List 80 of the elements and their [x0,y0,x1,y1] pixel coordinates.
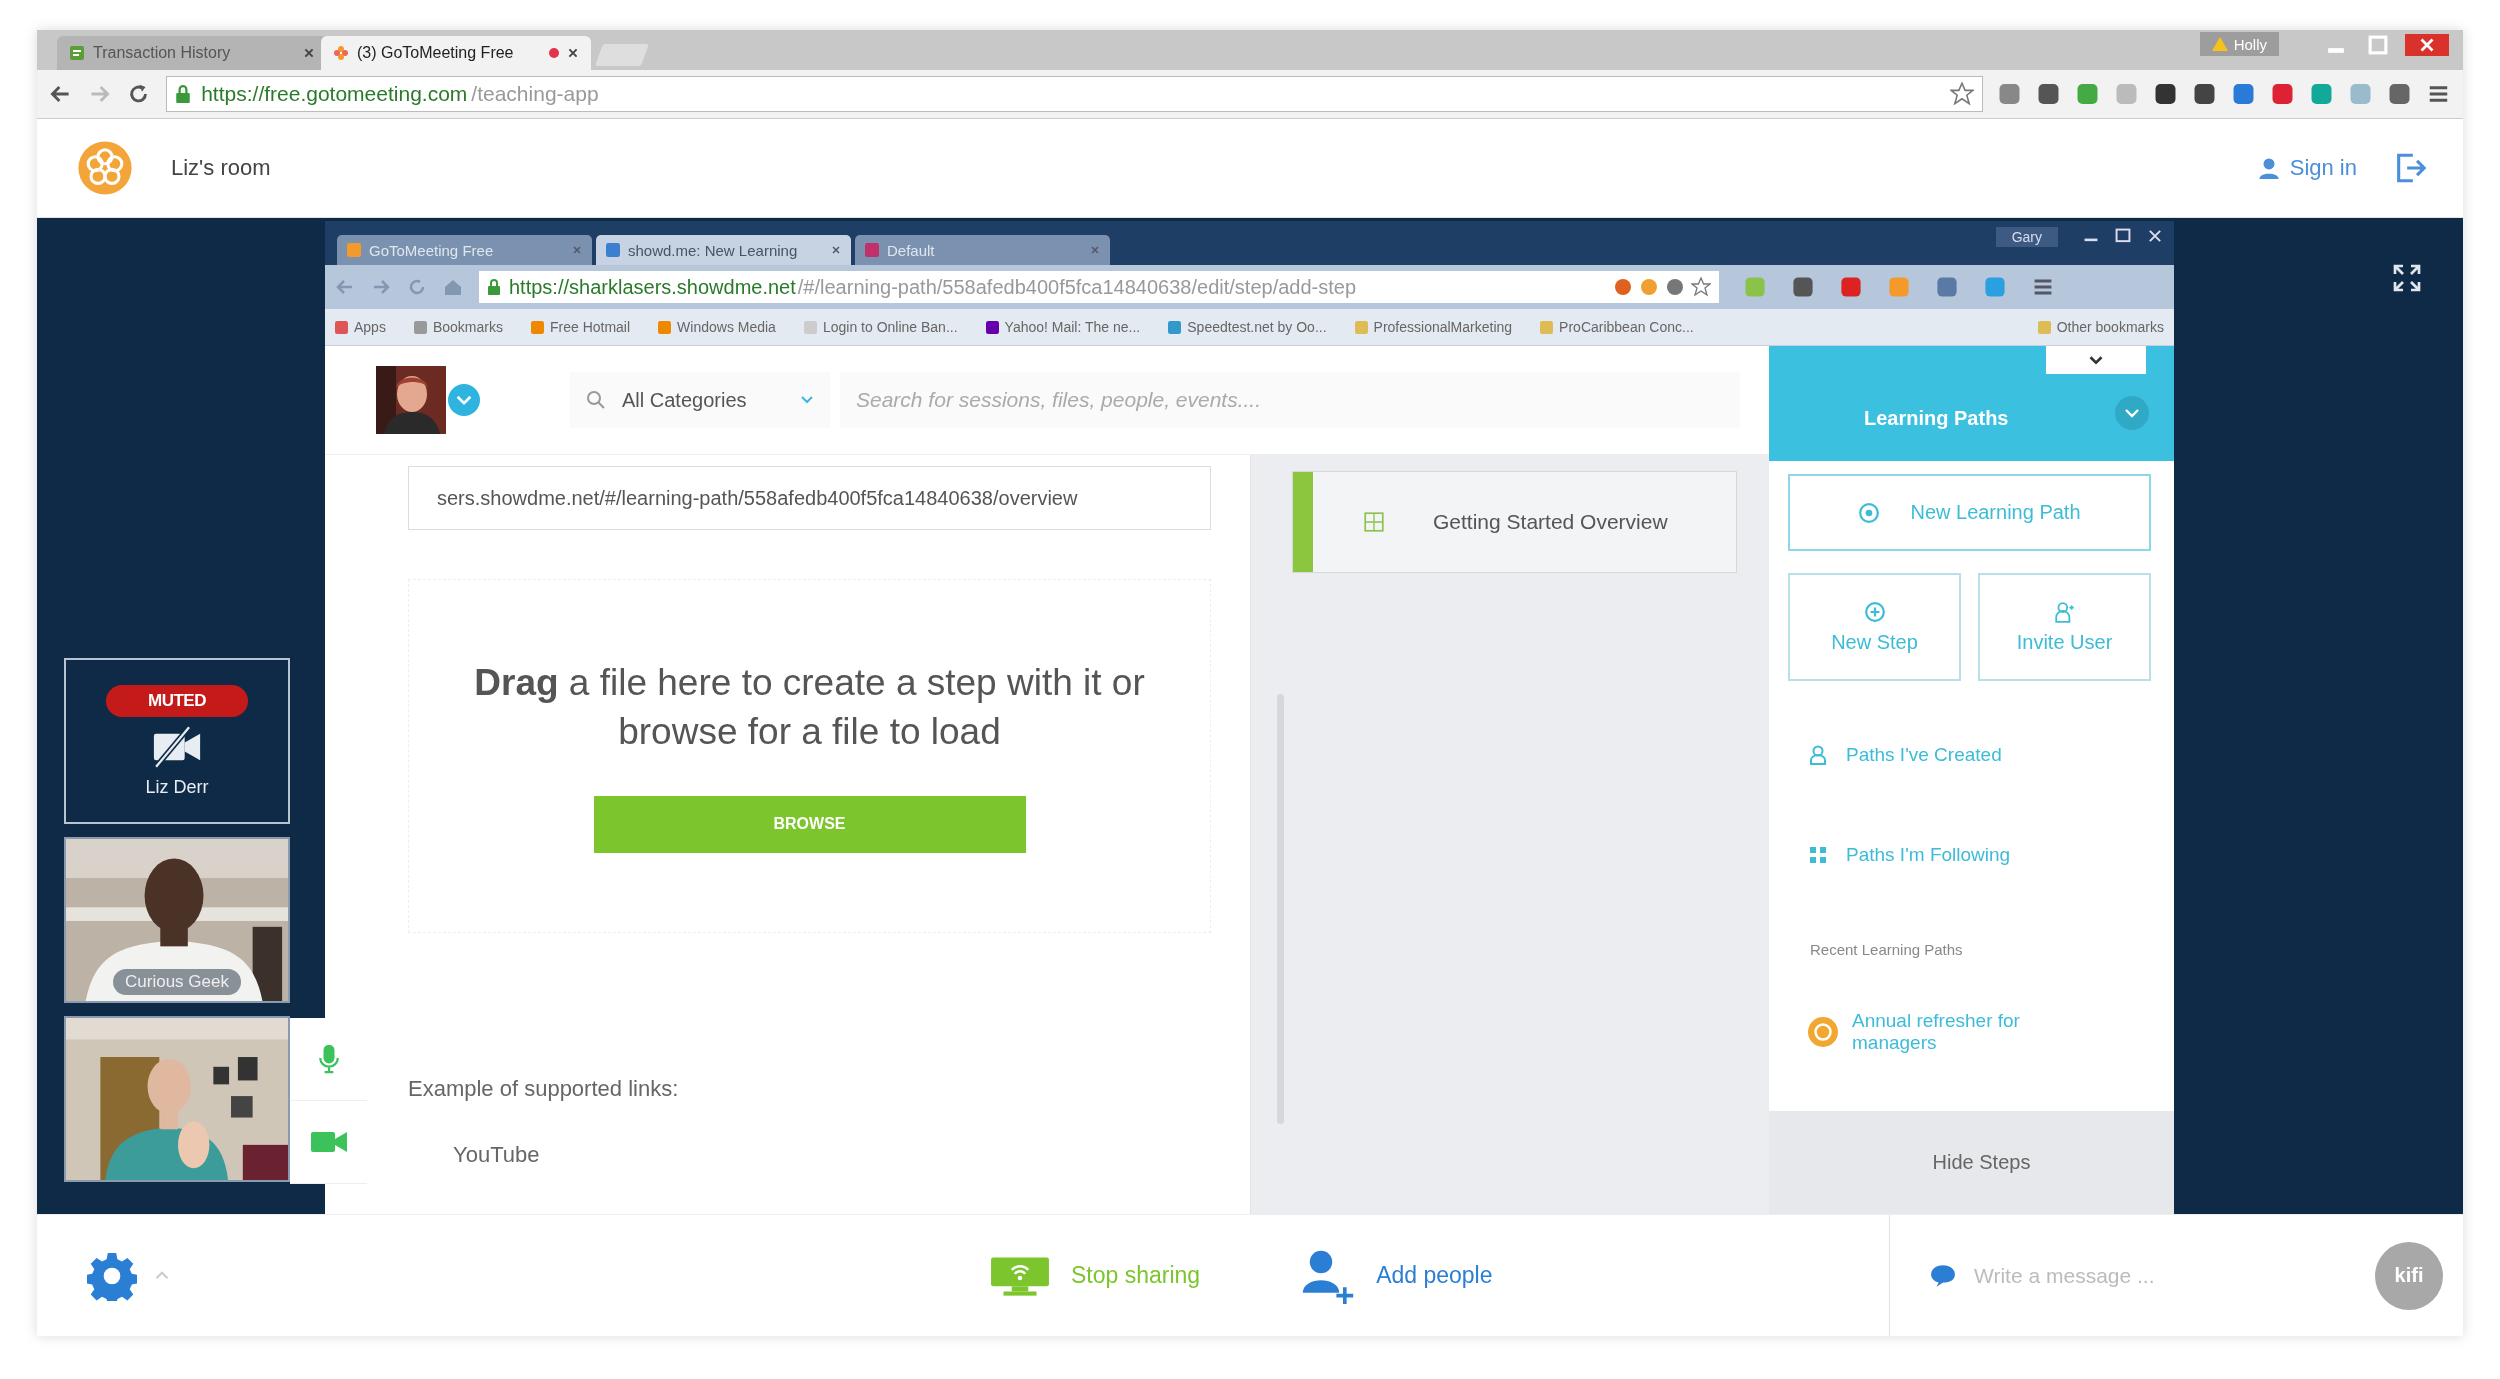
person-icon [2257,157,2280,179]
bookmark[interactable]: Apps [335,319,386,335]
caret-up-icon[interactable] [155,1271,169,1280]
settings-icon[interactable] [87,1250,137,1301]
lock-icon [487,279,501,295]
camera-button[interactable] [290,1101,367,1184]
browser-tab[interactable]: GoToMeeting Free [337,235,592,265]
participant-name: Liz Derr [145,776,209,798]
bookmark-icon [1540,320,1554,334]
chevron-down-icon[interactable] [2115,396,2149,430]
monitor-icon [989,1254,1051,1297]
hide-steps-button[interactable]: Hide Steps [1932,1151,2031,1174]
microphone-icon [317,1043,340,1075]
chevron-down-icon[interactable] [448,384,480,416]
star-icon[interactable] [1950,82,1975,106]
caret-icon [800,395,814,405]
sign-in-link[interactable]: Sign in [2257,155,2357,181]
star-icon[interactable] [1691,277,1711,297]
bookmark-icon [530,320,544,334]
panel-title: Learning Paths [1864,407,2009,430]
profile-button[interactable]: Holly [2199,32,2279,56]
flower-icon [333,45,349,61]
bookmark[interactable]: Login to Online Ban... [803,319,958,335]
close-icon[interactable] [2403,34,2451,56]
browser-tab[interactable]: Default [855,235,1110,265]
bookmark[interactable]: Yahoo! Mail: The ne... [985,319,1141,335]
add-people-button[interactable]: Add people [1300,1247,1493,1304]
lock-icon [175,85,192,103]
bookmark-icon [658,320,672,334]
browser-tab[interactable]: showd.me: New Learning [596,235,851,265]
bookmark[interactable]: Speedtest.net by Oo... [1168,319,1327,335]
bookmark[interactable]: Other bookmarks [2037,319,2164,335]
address-bar[interactable]: https://free.gotomeeting.com /teaching-app [166,76,1984,112]
room-name: Liz's room [171,155,271,181]
link-field[interactable]: sers.showdme.net/#/learning-path/558afedb400f5fca14840638/overview [408,466,1211,530]
examples-label: Example of supported links: [408,1076,680,1102]
page-icon [606,243,620,257]
page-icon [69,45,85,61]
profile-button[interactable]: Gary [1995,227,2058,247]
browser-tab[interactable]: (3) GoToMeeting Free [321,36,591,70]
bookmark-icon [1168,320,1182,334]
grid-icon [1363,511,1385,533]
participant-name: Curious Geek [113,969,241,995]
bookmark[interactable]: Windows Media [658,319,776,335]
search-field[interactable]: Search for sessions, files, people, events.... [840,372,1740,428]
bookmark[interactable]: ProfessionalMarketing [1354,319,1513,335]
chat-bubble-icon [1930,1263,1956,1288]
bookmark-icon [2037,320,2051,334]
bookmark[interactable]: ProCaribbean Conc... [1540,319,1694,335]
bookmark[interactable]: Bookmarks [413,319,503,335]
warning-icon [2211,37,2228,51]
user-icon [1808,745,1828,765]
fullscreen-icon[interactable] [2391,262,2423,294]
bookmark-icon [335,320,348,334]
muted-badge: MUTED [106,684,248,717]
close-icon[interactable] [303,47,315,59]
step-card[interactable]: Getting Started Overview [1292,471,1737,573]
add-user-icon [2053,600,2076,623]
search-icon [586,390,606,410]
page-icon [347,243,361,257]
drop-zone[interactable]: Drag a file here to create a step with it or browse for a file to load BROWSE [408,579,1211,933]
chevron-down-icon [2088,354,2104,366]
page-icon [865,243,879,257]
bookmark-icon [803,320,817,334]
video-camera-icon [310,1131,347,1153]
close-icon[interactable] [567,47,579,59]
drop-instructions: Drag a file here to create a step with it or browse for a file to load [473,661,1146,754]
close-icon[interactable] [831,245,841,255]
category-dropdown[interactable]: All Categories [570,372,830,428]
address-bar[interactable]: https://sharklasers.showdme.net/#/learning-path/558afedb400f5fca14840638/edit/step/add-step [479,271,1719,303]
recording-icon [549,48,559,58]
bookmark-icon [985,320,999,334]
flower-logo-icon [77,140,133,196]
home-icon[interactable] [443,277,463,297]
section-heading: Recent Learning Paths [1810,941,1964,958]
bookmark-icon [1354,320,1368,334]
extension-icon[interactable] [2387,81,2412,107]
bookmark-icon [413,320,427,334]
grid-icon [1808,845,1828,865]
bookmark[interactable]: Free Hotmail [530,319,631,335]
